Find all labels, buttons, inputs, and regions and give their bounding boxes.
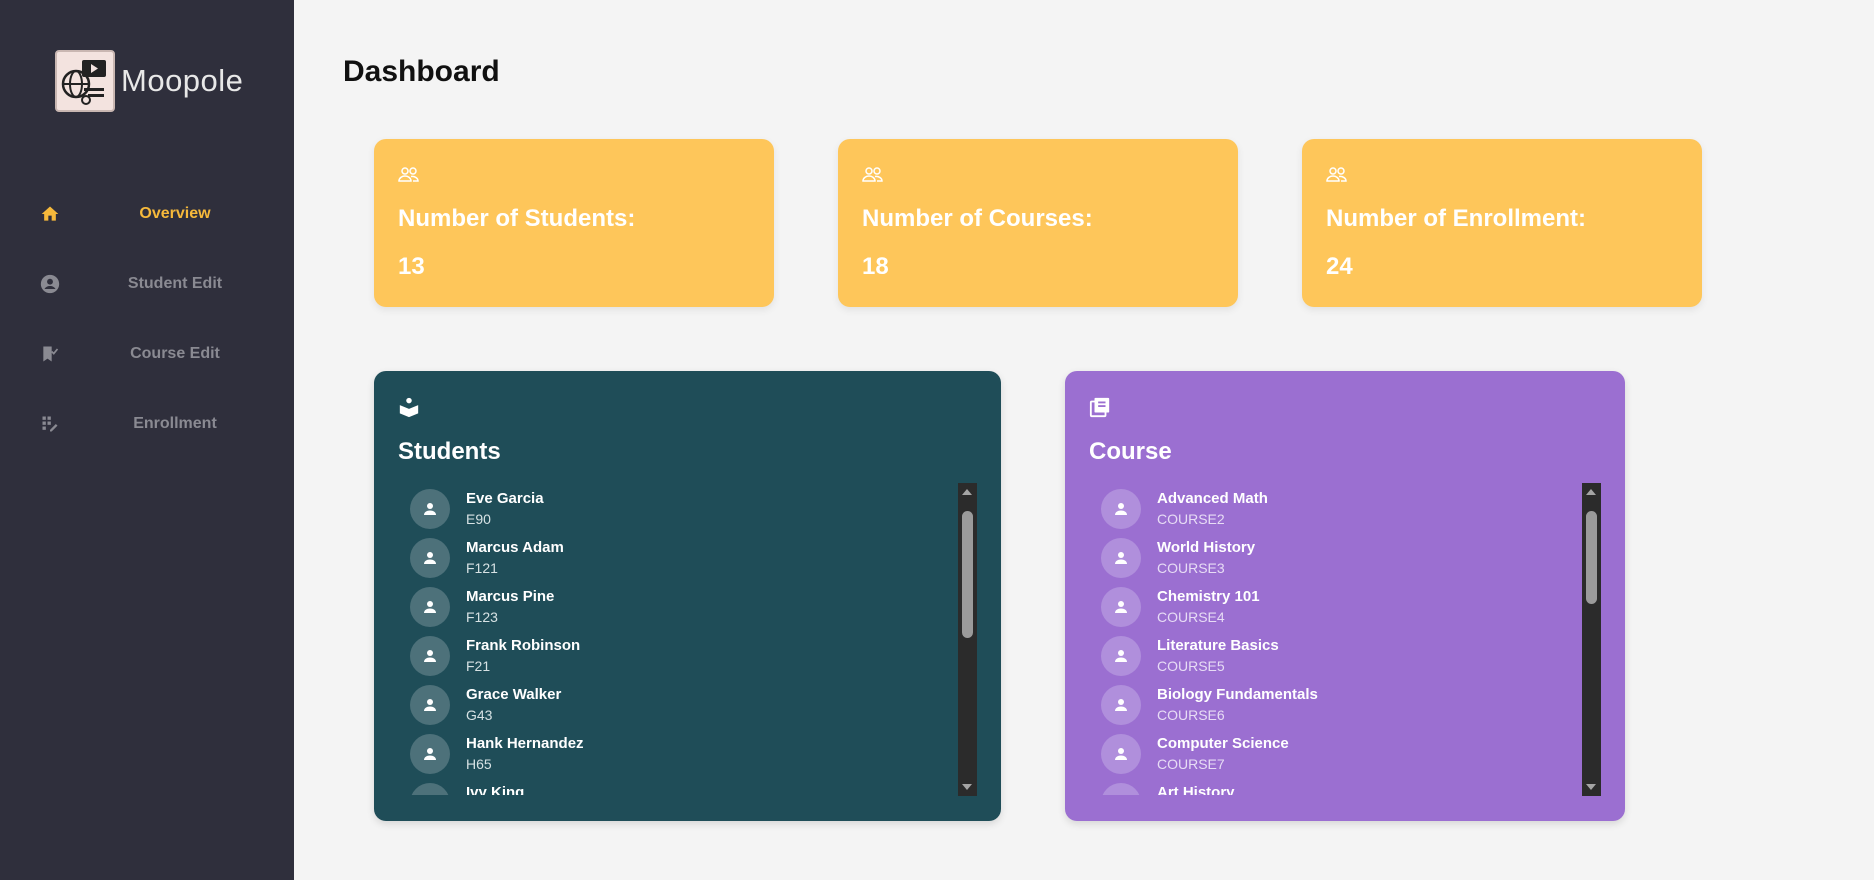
- sidebar-item-course-edit[interactable]: Course Edit: [0, 334, 294, 374]
- group-icon: [862, 166, 884, 187]
- person-icon: [410, 636, 450, 676]
- list-item[interactable]: Computer Science COURSE7: [1089, 728, 1569, 777]
- course-name: World History: [1157, 539, 1256, 556]
- scroll-up-arrow-icon[interactable]: [962, 489, 972, 495]
- course-id: COURSE2: [1157, 511, 1225, 527]
- course-id: COURSE5: [1157, 658, 1225, 674]
- list-item[interactable]: Eve Garcia E90: [398, 483, 938, 532]
- person-icon: [410, 734, 450, 774]
- list-item[interactable]: Art History: [1089, 777, 1569, 795]
- stat-label: Number of Courses:: [862, 205, 1093, 232]
- list-item[interactable]: Ivy King: [398, 777, 938, 795]
- person-icon: [410, 489, 450, 529]
- account-circle-icon: [38, 272, 62, 296]
- course-name: Chemistry 101: [1157, 588, 1260, 605]
- person-icon: [410, 685, 450, 725]
- sidebar-item-student-edit[interactable]: Student Edit: [0, 264, 294, 304]
- stat-card-enrollment: Number of Enrollment: 24: [1302, 139, 1702, 307]
- course-id: COURSE6: [1157, 707, 1225, 723]
- scrollbar-thumb[interactable]: [1586, 511, 1597, 604]
- person-icon: [1101, 783, 1141, 795]
- course-name: Computer Science: [1157, 735, 1289, 752]
- course-id: COURSE4: [1157, 609, 1225, 625]
- list-item[interactable]: Hank Hernandez H65: [398, 728, 938, 777]
- courses-scrollbar[interactable]: [1582, 483, 1601, 796]
- person-icon: [1101, 587, 1141, 627]
- scroll-up-arrow-icon[interactable]: [1586, 489, 1596, 495]
- person-icon: [1101, 685, 1141, 725]
- page-title: Dashboard: [343, 55, 500, 88]
- sidebar-item-label: Overview: [139, 205, 211, 222]
- app-name: Moopole: [121, 63, 244, 98]
- sidebar-item-overview[interactable]: Overview: [0, 194, 294, 234]
- student-name: Grace Walker: [466, 686, 562, 703]
- stat-card-courses: Number of Courses: 18: [838, 139, 1238, 307]
- course-name: Advanced Math: [1157, 490, 1268, 507]
- list-item[interactable]: Chemistry 101 COURSE4: [1089, 581, 1569, 630]
- list-item[interactable]: World History COURSE3: [1089, 532, 1569, 581]
- home-icon: [38, 202, 62, 226]
- student-name: Marcus Adam: [466, 539, 564, 556]
- student-name: Hank Hernandez: [466, 735, 584, 752]
- person-icon: [1101, 538, 1141, 578]
- student-id: F121: [466, 560, 498, 576]
- person-icon: [410, 783, 450, 795]
- student-id: G43: [466, 707, 493, 723]
- brand[interactable]: Moopole: [55, 50, 243, 112]
- person-icon: [410, 538, 450, 578]
- list-item[interactable]: Frank Robinson F21: [398, 630, 938, 679]
- edit-grid-icon: [38, 412, 62, 436]
- courses-list[interactable]: Advanced Math COURSE2 World History COUR…: [1089, 483, 1569, 795]
- sidebar-item-label: Enrollment: [133, 415, 217, 432]
- list-item[interactable]: Marcus Pine F123: [398, 581, 938, 630]
- stat-label: Number of Enrollment:: [1326, 205, 1587, 232]
- list-item[interactable]: Marcus Adam F121: [398, 532, 938, 581]
- list-item[interactable]: Grace Walker G43: [398, 679, 938, 728]
- sidebar-item-enrollment[interactable]: Enrollment: [0, 404, 294, 444]
- sidebar-item-label: Course Edit: [130, 345, 220, 362]
- list-item[interactable]: Biology Fundamentals COURSE6: [1089, 679, 1569, 728]
- group-icon: [398, 166, 420, 187]
- courses-panel: Course Advanced Math COURSE2 World Histo…: [1065, 371, 1625, 821]
- scroll-down-arrow-icon[interactable]: [962, 784, 972, 790]
- student-id: F21: [466, 658, 491, 674]
- panel-title: Students: [398, 438, 501, 465]
- student-name: Ivy King: [466, 784, 525, 795]
- course-name: Biology Fundamentals: [1157, 686, 1318, 703]
- scrollbar-thumb[interactable]: [962, 511, 973, 638]
- course-name: Art History: [1157, 784, 1235, 795]
- person-icon: [1101, 636, 1141, 676]
- stat-card-students: Number of Students: 13: [374, 139, 774, 307]
- student-id: H65: [466, 756, 492, 772]
- sidebar: Moopole Overview Student Edit Course Edi…: [0, 0, 294, 880]
- course-id: COURSE7: [1157, 756, 1225, 772]
- group-icon: [1326, 166, 1348, 187]
- panel-title: Course: [1089, 438, 1172, 465]
- reading-person-icon: [398, 396, 420, 423]
- logo-icon: [55, 50, 115, 112]
- course-id: COURSE3: [1157, 560, 1225, 576]
- stat-value: 18: [862, 253, 889, 280]
- sidebar-item-label: Student Edit: [127, 275, 223, 292]
- bookmark-check-icon: [38, 342, 62, 366]
- stat-label: Number of Students:: [398, 205, 636, 232]
- stat-value: 13: [398, 253, 425, 280]
- students-panel: Students Eve Garcia E90 Marcus Adam F121…: [374, 371, 1001, 821]
- list-item[interactable]: Literature Basics COURSE5: [1089, 630, 1569, 679]
- person-icon: [410, 587, 450, 627]
- student-name: Eve Garcia: [466, 490, 544, 507]
- person-icon: [1101, 489, 1141, 529]
- student-name: Marcus Pine: [466, 588, 555, 605]
- student-id: E90: [466, 511, 491, 527]
- person-icon: [1101, 734, 1141, 774]
- scroll-down-arrow-icon[interactable]: [1586, 784, 1596, 790]
- library-books-icon: [1089, 396, 1111, 423]
- students-list[interactable]: Eve Garcia E90 Marcus Adam F121 Marcus P…: [398, 483, 938, 795]
- list-item[interactable]: Advanced Math COURSE2: [1089, 483, 1569, 532]
- stat-value: 24: [1326, 253, 1353, 280]
- student-id: F123: [466, 609, 498, 625]
- course-name: Literature Basics: [1157, 637, 1279, 654]
- students-scrollbar[interactable]: [958, 483, 977, 796]
- student-name: Frank Robinson: [466, 637, 581, 654]
